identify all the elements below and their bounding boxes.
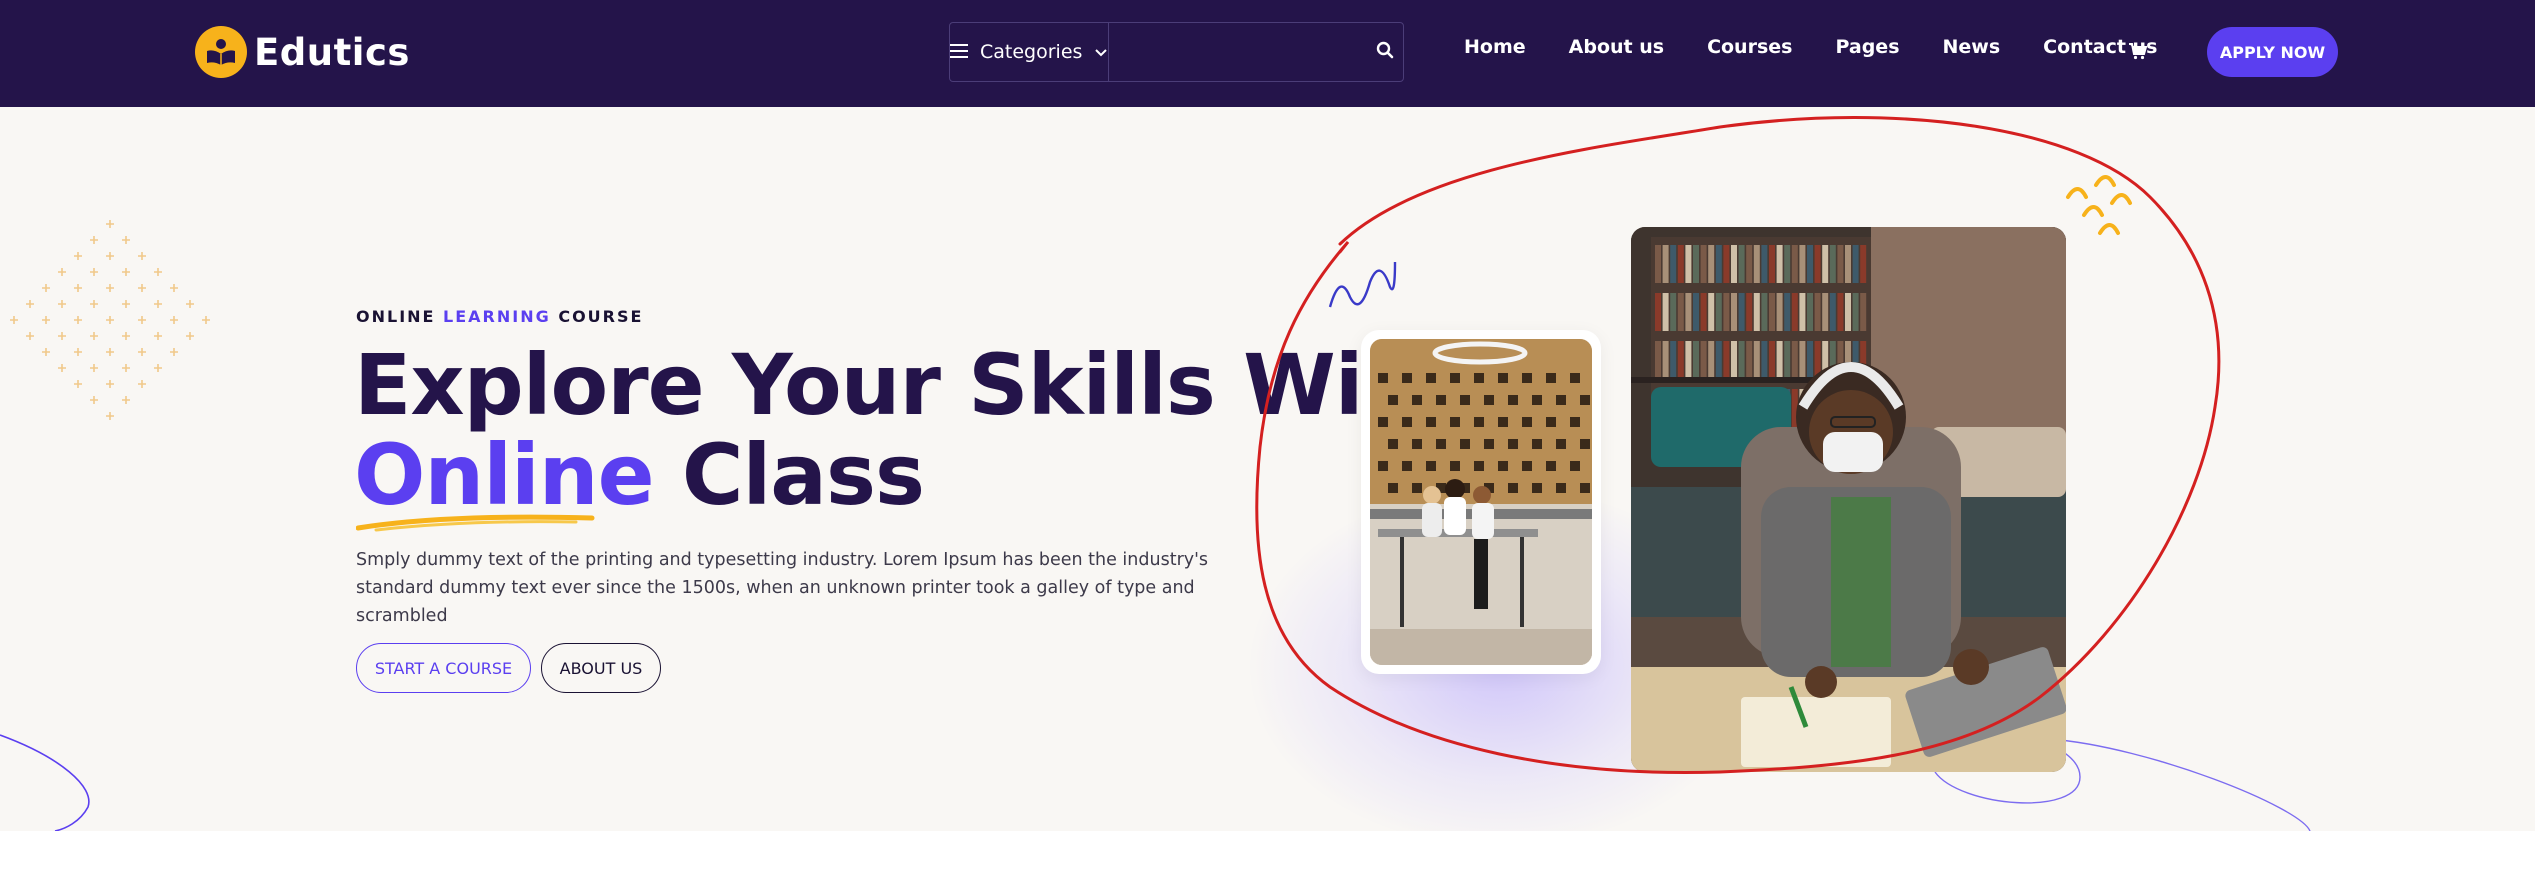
brand-name: Edutics bbox=[254, 30, 410, 74]
red-annotation-circle bbox=[1255, 116, 2221, 774]
brand-logo[interactable]: Edutics bbox=[195, 26, 410, 78]
nav-home[interactable]: Home bbox=[1464, 36, 1526, 58]
categories-dropdown[interactable]: Categories bbox=[950, 23, 1110, 81]
search-button[interactable] bbox=[1366, 23, 1403, 81]
search-bar: Categories bbox=[949, 22, 1404, 82]
book-reader-icon bbox=[195, 26, 247, 78]
apply-now-button[interactable]: APPLY NOW bbox=[2207, 27, 2338, 77]
main-nav: Home About us Courses Pages News Contact… bbox=[1464, 36, 2200, 58]
search-icon bbox=[1376, 41, 1394, 63]
chevron-down-icon bbox=[1094, 41, 1108, 63]
nav-about-us[interactable]: About us bbox=[1569, 36, 1664, 58]
hamburger-menu-icon bbox=[950, 41, 968, 63]
top-navbar: Edutics Categories Home About us Courses… bbox=[0, 0, 2535, 107]
nav-courses[interactable]: Courses bbox=[1707, 36, 1792, 58]
cart-icon[interactable] bbox=[2128, 42, 2148, 64]
hero-section: ONLINE LEARNING COURSE Explore Your Skil… bbox=[0, 107, 2535, 831]
nav-news[interactable]: News bbox=[1943, 36, 2001, 58]
nav-pages[interactable]: Pages bbox=[1835, 36, 1899, 58]
search-input[interactable] bbox=[1109, 23, 1367, 81]
categories-label: Categories bbox=[980, 41, 1083, 63]
